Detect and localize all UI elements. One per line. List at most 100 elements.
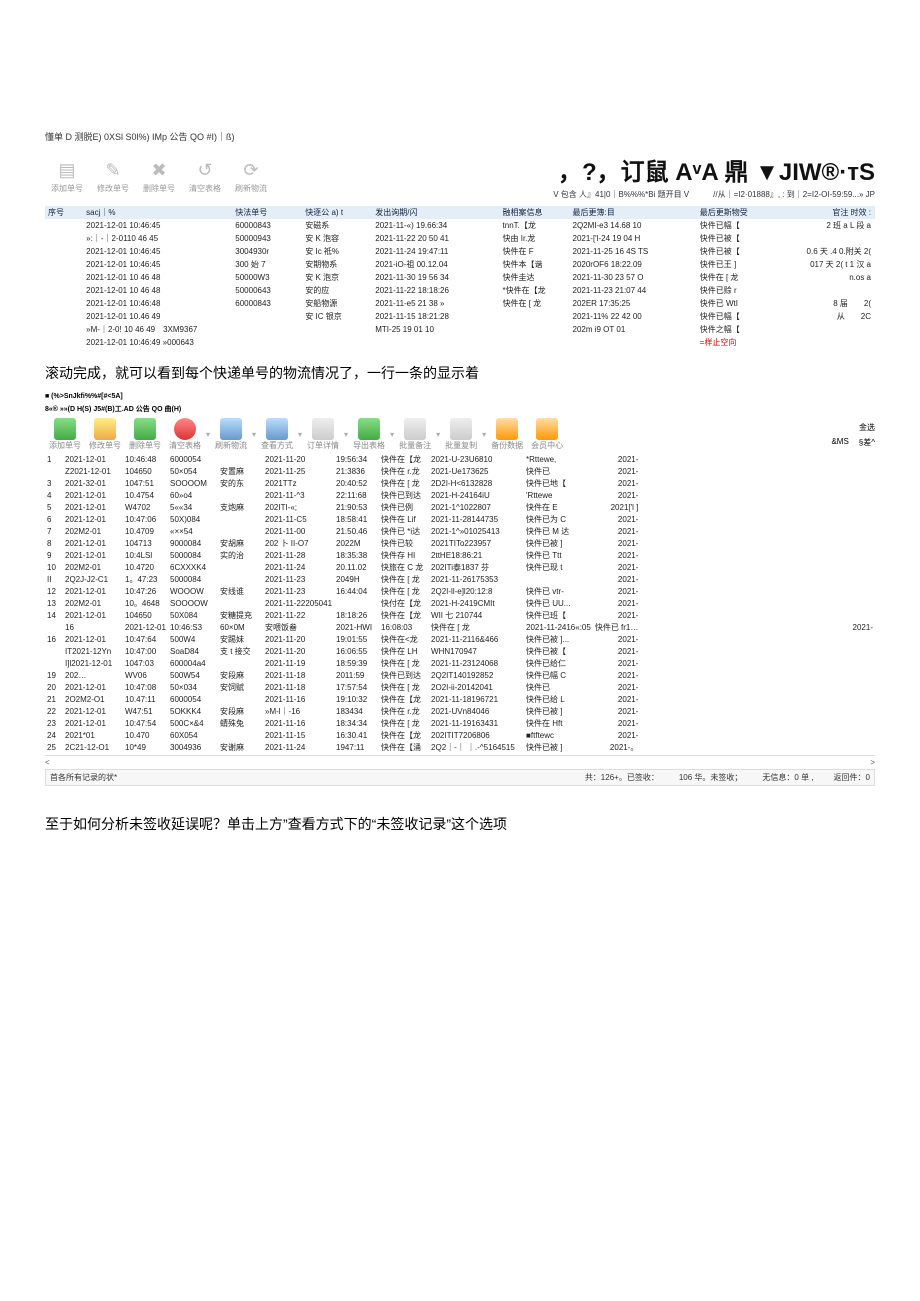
th-2[interactable]: 快法单号 xyxy=(232,206,302,219)
tb2-会员中心[interactable]: 会员中心 xyxy=(527,418,567,451)
table-row[interactable]: 42021-12-0110.475460»o42021-11-^322:11:6… xyxy=(45,489,875,501)
tb2-查看方式[interactable]: 查看方式 xyxy=(257,418,297,451)
cell: 快件已到达 xyxy=(379,489,429,501)
col-ms[interactable]: &MS xyxy=(831,437,848,448)
table-row[interactable]: 2021-12-01 10:46:4860000843安船物源2021-11-e… xyxy=(45,297,875,310)
th-5[interactable]: 融相案信息 xyxy=(500,206,570,219)
table-row[interactable]: 212O2M2-O110.47:1160000542021-11-1619:10… xyxy=(45,693,875,705)
cell xyxy=(45,219,83,232)
tb2-刷新物流[interactable]: 刷新物流 xyxy=(211,418,251,451)
cell: 60×0M xyxy=(218,621,263,633)
table-row[interactable]: IT2021-12Yn10:47:00SoaD84支 t 接交2021-11-2… xyxy=(45,645,875,657)
tb2-添加单号[interactable]: 添加单号 xyxy=(45,418,85,451)
cell xyxy=(232,323,302,336)
cell: 2021-11-25 16 4S TS xyxy=(570,245,697,258)
cell: 2021-H-24164iU xyxy=(429,489,524,501)
table-row[interactable]: II2Q2J-J2-C11。47:2350000842021-11-232049… xyxy=(45,573,875,585)
tb1-delete[interactable]: ✖ 删除单号 xyxy=(137,156,181,196)
table-row[interactable]: 10202M2-0110.47206CXXXK42021-11-2420.11.… xyxy=(45,561,875,573)
scroll-left[interactable]: < xyxy=(45,758,50,767)
table-row[interactable]: 232021-12-0110:47:54500C×&4蜻殊兔2021-11-16… xyxy=(45,717,875,729)
th-1[interactable]: sacj｜% xyxy=(83,206,232,219)
tb2-修改单号[interactable]: 修改单号 xyxy=(85,418,125,451)
cell: 500C×&4 xyxy=(168,717,218,729)
cell: 安 K 泡容 xyxy=(302,232,372,245)
scroll-right[interactable]: > xyxy=(870,758,875,767)
tb2-批量复制[interactable]: 批量复制 xyxy=(441,418,481,451)
table-row[interactable]: 52021-12-01W47025««34支炮麻202ITI-«;21:90:5… xyxy=(45,501,875,513)
cell: 183434 xyxy=(334,705,379,717)
cell: 5OKKK4 xyxy=(168,705,218,717)
cell: 2021-11-25 xyxy=(263,465,334,477)
th-6[interactable]: 最后更簿:目 xyxy=(570,206,697,219)
cell: WV06 xyxy=(123,669,168,681)
cell: 16 xyxy=(45,633,63,645)
table-row[interactable]: 13202M2-0110。4648SOOOOW2021-11-22205041快… xyxy=(45,597,875,609)
table-row[interactable]: 2021-12-01 10:46:45300 始 7安期物系2021-iO-祖 … xyxy=(45,258,875,271)
table-row[interactable]: 122021-12-0110:47:26WOOOW安线谁2021-11-2316… xyxy=(45,585,875,597)
cell: 22 xyxy=(45,705,63,717)
tb1-edit[interactable]: ✎ 修改单号 xyxy=(91,156,135,196)
th-8[interactable]: 官注 时效 : xyxy=(767,206,875,219)
cell: 2021- xyxy=(593,489,641,501)
table-row[interactable]: 7202M2-0110.4709«××542021-11-0021.50.46快… xyxy=(45,525,875,537)
th-7[interactable]: 最后更斯物受 xyxy=(697,206,767,219)
cell: 快件已 M 达 xyxy=(524,525,593,537)
tb2-清空表格[interactable]: 清空表格 xyxy=(165,418,205,451)
tb2-删除单号[interactable]: 删除单号 xyxy=(125,418,165,451)
table-row[interactable]: 162021-12-0110:46:S360×0M安喂饭畚2021-HWI16:… xyxy=(45,621,875,633)
table-row[interactable]: 2021-12-01 10.46 49安 IC 银京2021-11-15 18:… xyxy=(45,310,875,323)
cell: 500W54 xyxy=(168,669,218,681)
tb2-备份数据[interactable]: 备份数据 xyxy=(487,418,527,451)
cell: 2020rOF6 18:22.09 xyxy=(570,258,697,271)
th-3[interactable]: 快逐公 a) t xyxy=(302,206,372,219)
table-row[interactable]: 242021*0110.47060X0542021-11-1516:30.41快… xyxy=(45,729,875,741)
table-row[interactable]: 82021-12-011047139000084安胡麻202 卜 II-O720… xyxy=(45,537,875,549)
table-row[interactable]: »:｜-｜2-0110 46 4550000943安 K 泡容2021-11-2… xyxy=(45,232,875,245)
table-row[interactable]: 92021-12-0110:4LSl5000084实的治2021-11-2818… xyxy=(45,549,875,561)
cell: 快件在【涌 xyxy=(379,741,429,753)
cell xyxy=(218,597,263,609)
table-row[interactable]: 2021-12-01 10:46:49 »000643=样止空向 xyxy=(45,336,875,349)
cell: 60X054 xyxy=(168,729,218,741)
th-4[interactable]: 发出询期/闪 xyxy=(372,206,499,219)
cell: 5000084 xyxy=(168,573,218,585)
tb2-批量备注[interactable]: 批量备注 xyxy=(395,418,435,451)
cell: 2021-Ue173625 xyxy=(429,465,524,477)
table-row[interactable]: Z2021-12-0110465050×054安置麻2021-11-2521:3… xyxy=(45,465,875,477)
table-row[interactable]: 2021-12-01 10 46 4850000W3安 K 泡京2021-11-… xyxy=(45,271,875,284)
table-row[interactable]: 252C21-12-O110*493004936安谢麻2021-11-24194… xyxy=(45,741,875,753)
table-row[interactable]: 2021-12-01 10 46 4850000643安的应2021-11-22… xyxy=(45,284,875,297)
tb1-clear[interactable]: ↺ 清空表格 xyxy=(183,156,227,196)
table-row[interactable]: 19202…WV06500W54安段麻2021-11-182011:59快件已到… xyxy=(45,669,875,681)
tb2-导出表格[interactable]: 导出表格 xyxy=(349,418,389,451)
cell: 6CXXXK4 xyxy=(168,561,218,573)
table-row[interactable]: 162021-12-0110:47:64500W4安踢妹2021-11-2019… xyxy=(45,633,875,645)
th-seq[interactable]: 序号 xyxy=(45,206,83,219)
table-row[interactable]: 2021-12-01 10:46:4560000843安磁系2021-11-«)… xyxy=(45,219,875,232)
cell: 16:44:04 xyxy=(334,585,379,597)
table-row[interactable]: 202021-12-0110:47:0850×034安饲赋2021-11-181… xyxy=(45,681,875,693)
tb2-订单详情[interactable]: 订单详情 xyxy=(303,418,343,451)
table-row[interactable]: 2021-12-01 10:46:453004930r安 Ic 祗%2021-1… xyxy=(45,245,875,258)
table-row[interactable]: 142021-12-0110465050X084安糖提充2021-11-2218… xyxy=(45,609,875,621)
cell: 快件已给 L xyxy=(524,693,593,705)
cell xyxy=(45,245,83,258)
cell: 2021-11-18 xyxy=(263,669,334,681)
table-row[interactable]: 222021-12-01W47:515OKKK4安段麻»M-l｜-1618343… xyxy=(45,705,875,717)
cell: 2021- xyxy=(593,645,641,657)
cell: 2Q2IT140192852 xyxy=(429,669,524,681)
cell: 快件在 F xyxy=(500,245,570,258)
tb1-refresh[interactable]: ⟳ 刷新物流 xyxy=(229,156,273,196)
table-row[interactable]: »M-｜2-0! 10 46 49 3XM9367MTI-25 19 01 10… xyxy=(45,323,875,336)
select-all-label[interactable]: 金选 xyxy=(831,422,875,433)
table-row[interactable]: 62021-12-0110:47:0650X)0842021-11-C518:5… xyxy=(45,513,875,525)
cell xyxy=(45,258,83,271)
table-row[interactable]: 12021-12-0110:46:4860000542021-11-2019:5… xyxy=(45,453,875,465)
tb1-add[interactable]: ▤ 添加单号 xyxy=(45,156,89,196)
cell: 19:01:55 xyxy=(334,633,379,645)
订单详情-icon xyxy=(312,418,334,440)
table-row[interactable]: 32021-32-011047:51SOOOOM安的东2021TTz20:40:… xyxy=(45,477,875,489)
table-row[interactable]: I]l2021-12-011047:03600004a42021-11-1918… xyxy=(45,657,875,669)
col-diff[interactable]: §差^ xyxy=(859,437,875,448)
